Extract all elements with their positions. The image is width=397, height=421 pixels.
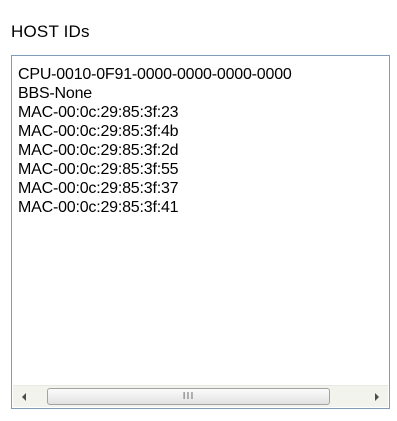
list-item[interactable]: MAC-00:0c:29:85:3f:2d	[18, 141, 389, 160]
scroll-right-button[interactable]	[367, 387, 387, 406]
list-item[interactable]: MAC-00:0c:29:85:3f:37	[18, 179, 389, 198]
horizontal-scrollbar[interactable]: III	[13, 385, 388, 407]
host-ids-list: CPU-0010-0F91-0000-0000-0000-0000 BBS-No…	[18, 65, 389, 384]
list-item[interactable]: MAC-00:0c:29:85:3f:4b	[18, 122, 389, 141]
host-ids-listbox[interactable]: CPU-0010-0F91-0000-0000-0000-0000 BBS-No…	[11, 55, 390, 409]
list-item[interactable]: CPU-0010-0F91-0000-0000-0000-0000	[18, 65, 389, 84]
arrow-right-icon	[375, 392, 379, 401]
grip-icon: III	[182, 390, 195, 402]
list-item[interactable]: MAC-00:0c:29:85:3f:55	[18, 160, 389, 179]
host-ids-title: HOST IDs	[11, 22, 90, 41]
list-item[interactable]: MAC-00:0c:29:85:3f:23	[18, 103, 389, 122]
list-item[interactable]: MAC-00:0c:29:85:3f:41	[18, 198, 389, 217]
scroll-left-button[interactable]	[14, 387, 34, 406]
arrow-left-icon	[22, 392, 26, 401]
list-item[interactable]: BBS-None	[18, 84, 389, 103]
scrollbar-thumb[interactable]: III	[47, 388, 330, 405]
